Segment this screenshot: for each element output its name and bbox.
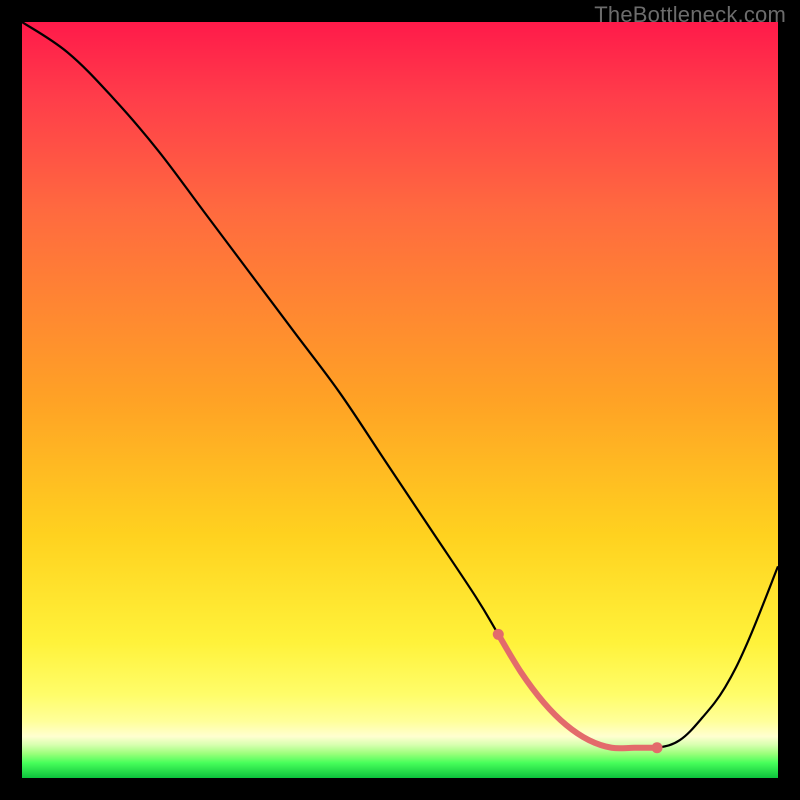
bottleneck-highlight-segment <box>498 634 657 748</box>
highlight-endpoint-dot <box>652 742 663 753</box>
bottleneck-curve-svg <box>22 22 778 778</box>
watermark-text: TheBottleneck.com <box>594 2 786 28</box>
bottleneck-curve-line <box>22 22 778 748</box>
highlight-endpoint-dot <box>493 629 504 640</box>
chart-plot-area <box>22 22 778 778</box>
